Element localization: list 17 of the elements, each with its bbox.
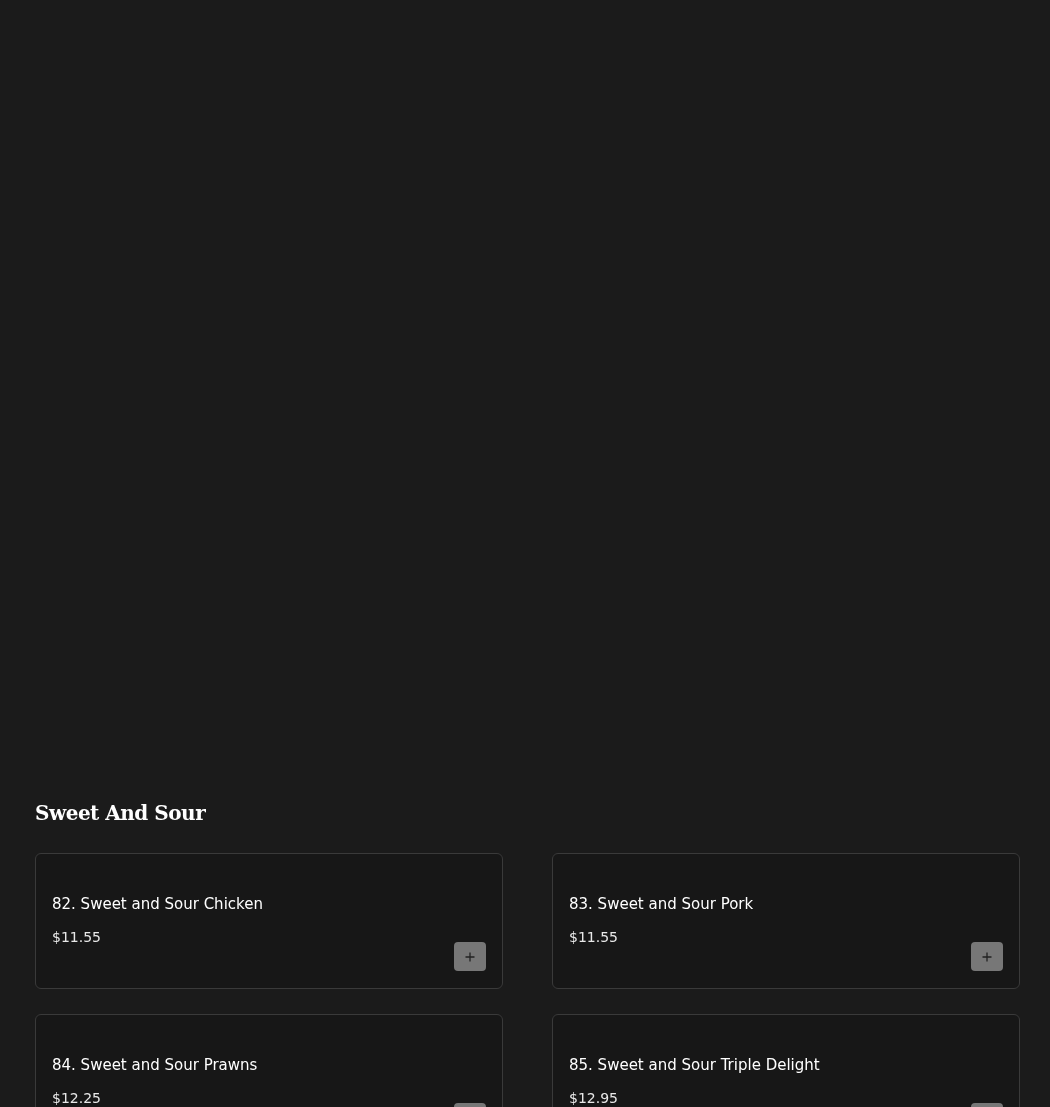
plus-icon (982, 951, 992, 962)
item-price: $11.55 (569, 928, 618, 946)
item-price: $11.55 (52, 928, 101, 946)
plus-icon (465, 951, 475, 962)
item-price: $12.25 (52, 1089, 101, 1107)
item-name: 85. Sweet and Sour Triple Delight (569, 1055, 820, 1075)
item-name: 84. Sweet and Sour Prawns (52, 1055, 258, 1075)
section-title: Sweet And Sour (35, 801, 207, 825)
menu-item-card[interactable]: 85. Sweet and Sour Triple Delight $12.95 (552, 1014, 1020, 1107)
add-button[interactable] (454, 942, 486, 971)
menu-item-card[interactable]: 83. Sweet and Sour Pork $11.55 (552, 853, 1020, 989)
item-name: 82. Sweet and Sour Chicken (52, 894, 263, 914)
menu-item-card[interactable]: 82. Sweet and Sour Chicken $11.55 (35, 853, 503, 989)
item-price: $12.95 (569, 1089, 618, 1107)
item-name: 83. Sweet and Sour Pork (569, 894, 754, 914)
menu-item-card[interactable]: 84. Sweet and Sour Prawns $12.25 (35, 1014, 503, 1107)
add-button[interactable] (971, 942, 1003, 971)
